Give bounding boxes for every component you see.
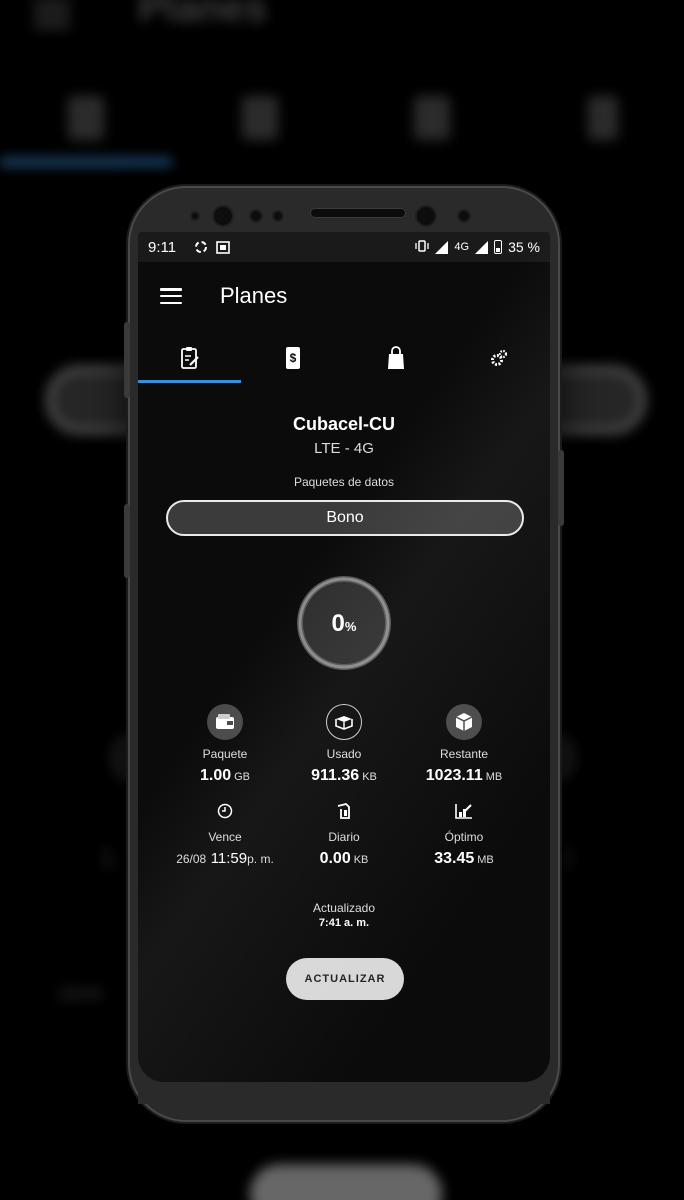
bg-bag-icon (414, 96, 450, 140)
svg-text:$: $ (289, 351, 296, 365)
clipboard-edit-icon (180, 347, 199, 369)
status-time: 9:11 (148, 238, 177, 256)
tab-settings[interactable] (447, 332, 550, 384)
earpiece-speaker (310, 208, 406, 218)
calendar-day-icon (336, 802, 352, 824)
sensor-dot (457, 209, 471, 223)
stat-label: Vence (208, 830, 242, 844)
signal-icon (435, 240, 449, 254)
phone-chin (138, 1082, 550, 1104)
stat-label: Diario (328, 830, 360, 844)
sensor-dot (249, 209, 263, 223)
chart-edit-icon (455, 803, 473, 824)
bg-ghost-text: 1. (100, 842, 122, 872)
status-bar: 9:11 4G 35 % (138, 232, 550, 262)
network-label: LTE - 4G (314, 440, 374, 457)
bg-title: Planes (138, 0, 267, 30)
stat-vence: Vence 26/08 11:59p. m. (160, 802, 290, 868)
updated-label: Actualizado (312, 901, 376, 915)
package-select[interactable]: Bono (166, 500, 524, 536)
bg-tab-indicator (0, 158, 172, 166)
front-camera (212, 205, 234, 227)
bg-ghost-text: 26/08 (58, 984, 104, 1004)
stat-value: 1023.11 MB (425, 767, 503, 784)
signal-icon-2 (475, 240, 489, 254)
bg-gears-icon (588, 96, 618, 140)
stat-value: 911.36 KB (311, 767, 377, 784)
stat-value: 1.00 GB (199, 767, 251, 784)
wallet-icon (207, 704, 243, 740)
recycle-notification-icon (194, 240, 208, 254)
package-icon (446, 704, 482, 740)
side-button (124, 322, 130, 398)
app-bar: Planes (138, 262, 550, 330)
tab-shop[interactable] (344, 332, 447, 384)
stat-optimo: Óptimo 33.45 MB (399, 802, 529, 868)
gears-icon (490, 349, 507, 366)
tab-balance[interactable]: $ (241, 332, 344, 384)
stat-label: Restante (439, 747, 489, 761)
updated-time: 7:41 a. m. (318, 917, 370, 929)
phone-screen: 9:11 4G 35 % Planes $ Cubacel-CU LTE - 4… (138, 232, 550, 1082)
front-camera (415, 205, 437, 227)
package-label: Paquetes de datos (293, 475, 395, 489)
tab-indicator (138, 380, 241, 383)
stat-label: Óptimo (444, 830, 484, 844)
stat-usado: Usado 911.36 KB (279, 703, 409, 785)
bg-refresh-button (250, 1164, 442, 1200)
side-button (124, 504, 130, 578)
bg-ghost-text: 1 (560, 842, 575, 872)
sensor-dot (190, 211, 200, 221)
phone-dollar-icon: $ (285, 347, 300, 369)
sensor-dot (272, 210, 284, 222)
app-notification-icon (216, 240, 230, 254)
tab-plans[interactable] (138, 332, 241, 384)
network-type: 4G (454, 241, 470, 253)
bg-phone-icon (242, 96, 278, 140)
stat-paquete: Paquete 1.00 GB (160, 703, 290, 785)
side-button (558, 450, 564, 526)
shopping-bag-icon (387, 346, 404, 369)
carrier-name: Cubacel-CU (292, 414, 395, 434)
refresh-button[interactable]: ACTUALIZAR (286, 958, 404, 1000)
stat-restante: Restante 1023.11 MB (399, 703, 529, 785)
open-box-icon (326, 704, 362, 740)
usage-percent: 0% (331, 610, 357, 637)
clock-icon (217, 803, 233, 824)
stat-value: 26/08 11:59p. m. (176, 850, 274, 867)
tab-bar: $ (138, 332, 550, 384)
stat-diario: Diario 0.00 KB (279, 802, 409, 868)
stat-label: Paquete (202, 747, 248, 761)
bg-menu-icon (34, 0, 70, 28)
battery-percent: 35 % (508, 239, 540, 255)
battery-icon (494, 240, 503, 254)
stat-value: 0.00 KB (319, 850, 369, 867)
menu-icon[interactable] (160, 288, 182, 304)
bg-clipboard-icon (68, 96, 104, 140)
stat-label: Usado (326, 747, 362, 761)
page-title: Planes (220, 283, 288, 308)
stat-value: 33.45 MB (434, 850, 494, 867)
vibrate-icon (415, 239, 430, 255)
